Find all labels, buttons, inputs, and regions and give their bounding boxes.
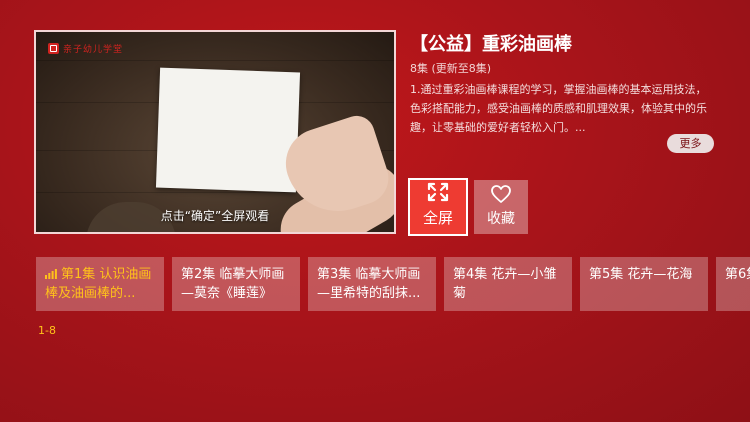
channel-logo-text: 亲子幼儿学堂 bbox=[63, 45, 124, 55]
more-button[interactable]: 更多 bbox=[667, 134, 714, 153]
episode-title: 第1集 认识油画棒及油画棒的... bbox=[45, 267, 152, 301]
episode-count: 8集 (更新至8集) bbox=[410, 62, 492, 75]
course-title: 【公益】重彩油画棒 bbox=[410, 34, 572, 55]
channel-logo-icon bbox=[48, 43, 59, 54]
episode-item-1[interactable]: 第1集 认识油画棒及油画棒的... bbox=[36, 257, 164, 311]
episode-range-tab[interactable]: 1-8 bbox=[38, 324, 56, 337]
episode-list: 第1集 认识油画棒及油画棒的... 第2集 临摹大师画—莫奈《睡莲》 第3集 临… bbox=[36, 257, 750, 311]
playing-bars-icon bbox=[45, 269, 57, 279]
episode-item-2[interactable]: 第2集 临摹大师画—莫奈《睡莲》 bbox=[172, 257, 300, 311]
fullscreen-button[interactable]: 全屏 bbox=[408, 178, 468, 236]
episode-item-6[interactable]: 第6集 bbox=[716, 257, 750, 311]
favorite-button[interactable]: 收藏 bbox=[474, 180, 528, 234]
video-player[interactable]: 亲子幼儿学堂 点击“确定”全屏观看 bbox=[34, 30, 396, 234]
episode-item-4[interactable]: 第4集 花卉—小雏菊 bbox=[444, 257, 572, 311]
episode-title: 第6集 bbox=[725, 267, 750, 282]
episode-title: 第2集 临摹大师画—莫奈《睡莲》 bbox=[181, 267, 285, 301]
wood-grain bbox=[36, 60, 394, 61]
expand-arrows-icon bbox=[427, 182, 449, 202]
heart-outline-icon bbox=[491, 185, 511, 203]
channel-logo: 亲子幼儿学堂 bbox=[48, 42, 123, 55]
fullscreen-hint: 点击“确定”全屏观看 bbox=[160, 209, 270, 223]
episode-item-3[interactable]: 第3集 临摹大师画—里希特的刮抹... bbox=[308, 257, 436, 311]
episode-item-5[interactable]: 第5集 花卉—花海 bbox=[580, 257, 708, 311]
episode-title: 第3集 临摹大师画—里希特的刮抹... bbox=[317, 267, 421, 301]
video-paper-sheet bbox=[155, 67, 301, 193]
favorite-label: 收藏 bbox=[487, 211, 515, 227]
episode-title: 第4集 花卉—小雏菊 bbox=[453, 267, 557, 301]
course-description: 1.通过重彩油画棒课程的学习，掌握油画棒的基本运用技法，色彩搭配能力，感受油画棒… bbox=[410, 83, 707, 134]
episode-title: 第5集 花卉—花海 bbox=[589, 267, 693, 282]
fullscreen-label: 全屏 bbox=[422, 209, 453, 227]
